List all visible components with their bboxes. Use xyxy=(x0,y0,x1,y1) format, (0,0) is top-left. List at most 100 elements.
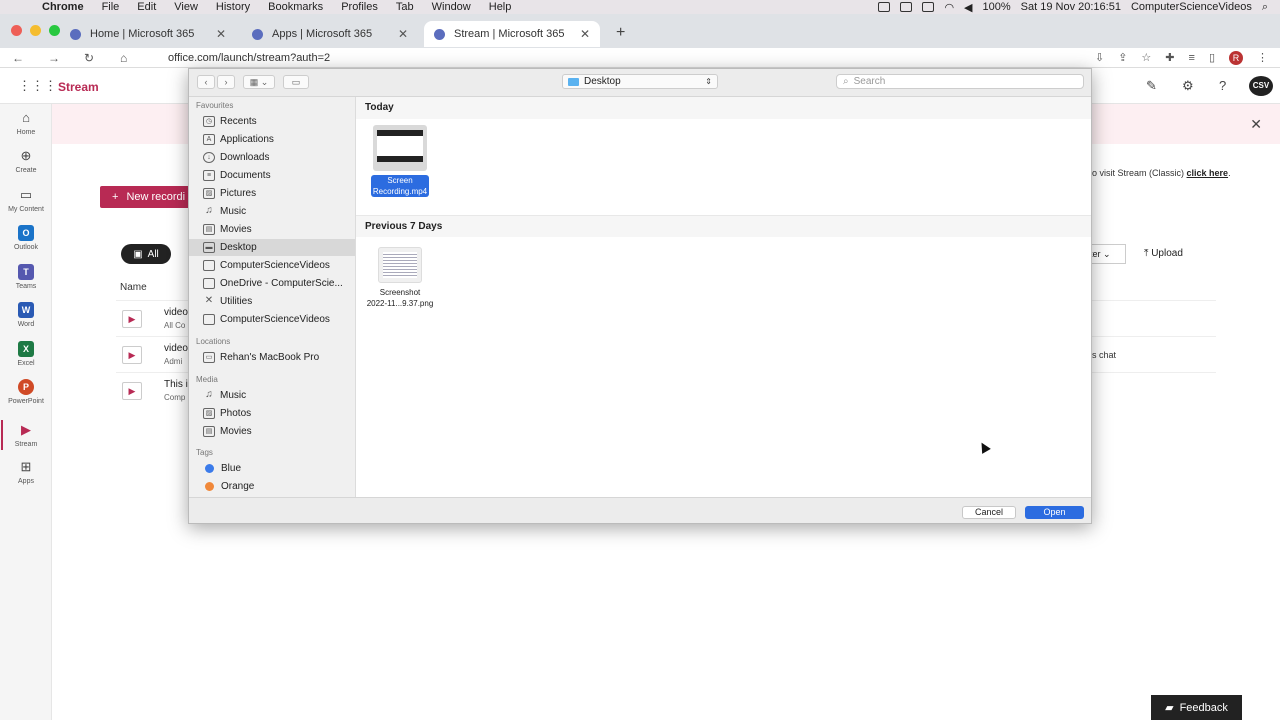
bookmark-star-icon[interactable]: ☆ xyxy=(1141,51,1151,64)
menu-bookmarks[interactable]: Bookmarks xyxy=(268,1,323,13)
file-item-screenshot[interactable]: Screenshot 2022-11...9.37.png xyxy=(360,247,440,309)
menu-file[interactable]: File xyxy=(102,1,120,13)
sidebar-item-desktop[interactable]: ▬ Desktop xyxy=(189,239,355,256)
forward-nav-icon[interactable]: › xyxy=(217,75,235,89)
sidebar-item-pictures[interactable]: ▨ Pictures xyxy=(189,185,355,202)
sidebar-item-computersciencevideos-2[interactable]: ComputerScienceVideos xyxy=(189,311,355,328)
tools-icon: ✕ xyxy=(204,295,214,306)
sidebar-item-computersciencevideos[interactable]: ComputerScienceVideos xyxy=(189,257,355,274)
sidebar-item-macbook[interactable]: ▭ Rehan's MacBook Pro xyxy=(189,349,355,366)
sidebar-item-applications[interactable]: A Applications xyxy=(189,131,355,148)
minimize-window-button[interactable] xyxy=(30,25,41,36)
sidebar-item-photos[interactable]: ▨ Photos xyxy=(189,405,355,422)
rail-create[interactable]: ⊕ Create xyxy=(0,148,52,174)
sidebar-item-movies[interactable]: ▤ Movies xyxy=(189,221,355,238)
profile-avatar[interactable]: R xyxy=(1229,50,1243,65)
menu-help[interactable]: Help xyxy=(489,1,512,13)
menu-history[interactable]: History xyxy=(216,1,250,13)
tab-apps[interactable]: Apps | Microsoft 365 ✕ xyxy=(242,21,418,47)
close-icon[interactable]: ✕ xyxy=(1250,116,1262,133)
file-name: Screenshot 2022-11...9.37.png xyxy=(366,288,434,308)
status-icon[interactable] xyxy=(922,2,935,12)
rail-outlook[interactable]: O Outlook xyxy=(0,225,52,251)
dialog-search-input[interactable]: ⌕ Search xyxy=(836,74,1084,89)
account-avatar[interactable]: CSV xyxy=(1249,76,1273,96)
zoom-window-button[interactable] xyxy=(49,25,60,36)
menu-edit[interactable]: Edit xyxy=(137,1,156,13)
app-title[interactable]: Stream xyxy=(58,80,99,94)
status-icon[interactable] xyxy=(878,2,891,12)
menubar-clock[interactable]: Sat 19 Nov 20:16:51 xyxy=(1021,1,1121,13)
install-icon[interactable]: ⇩ xyxy=(1095,51,1104,64)
feedback-button[interactable]: ▰ Feedback xyxy=(1151,695,1242,720)
rail-teams[interactable]: T Teams xyxy=(0,264,52,290)
filter-dropdown[interactable]: ter ⌄ xyxy=(1088,244,1126,264)
app-launcher-icon[interactable]: ⋮⋮⋮ xyxy=(18,79,57,92)
sidebar-item-onedrive[interactable]: OneDrive - ComputerScie... xyxy=(189,275,355,292)
battery-percent[interactable]: 100% xyxy=(983,1,1011,13)
tab-close-icon[interactable]: ✕ xyxy=(580,27,590,41)
share-icon[interactable]: ⇪ xyxy=(1118,51,1127,64)
volume-icon[interactable]: ◀ xyxy=(964,1,972,14)
tab-home[interactable]: Home | Microsoft 365 ✕ xyxy=(60,21,236,47)
folder-icon xyxy=(568,77,579,86)
menu-tab[interactable]: Tab xyxy=(396,1,414,13)
file-item-screen-recording[interactable]: Screen Recording.mp4 xyxy=(360,125,440,197)
sidebar-section-header: Media xyxy=(196,375,218,384)
tab-stream[interactable]: Stream | Microsoft 365 ✕ xyxy=(424,21,600,47)
close-window-button[interactable] xyxy=(11,25,22,36)
menu-app-name[interactable]: Chrome xyxy=(42,1,84,13)
upload-button[interactable]: ⤒ Upload xyxy=(1144,248,1183,259)
menu-profiles[interactable]: Profiles xyxy=(341,1,378,13)
sidebar-section-header: Locations xyxy=(196,337,231,346)
menu-window[interactable]: Window xyxy=(432,1,471,13)
menu-view[interactable]: View xyxy=(174,1,198,13)
location-popup[interactable]: Desktop ⇕ xyxy=(562,74,718,89)
new-folder-icon[interactable]: ▭ xyxy=(283,75,309,89)
forward-icon[interactable]: → xyxy=(48,51,72,65)
new-tab-icon[interactable]: + xyxy=(616,24,625,42)
sidebar-item-recents[interactable]: ◷ Recents xyxy=(189,113,355,130)
menubar-user[interactable]: ComputerScienceVideos xyxy=(1131,1,1252,13)
back-nav-icon[interactable]: ‹ xyxy=(197,75,215,89)
back-icon[interactable]: ← xyxy=(12,51,36,65)
sidebar-tag-blue[interactable]: Blue xyxy=(189,460,355,477)
more-menu-icon[interactable]: ⋮ xyxy=(1257,51,1268,64)
open-button[interactable]: Open xyxy=(1025,506,1084,519)
sidebar-item-documents[interactable]: ≡ Documents xyxy=(189,167,355,184)
notes-icon[interactable]: ✎ xyxy=(1146,78,1157,94)
sidebar-item-utilities[interactable]: ✕ Utilities xyxy=(189,293,355,310)
rail-home[interactable]: ⌂ Home xyxy=(0,110,52,136)
sidebar-tag-orange[interactable]: Orange xyxy=(189,478,355,495)
wifi-icon[interactable]: ◠ xyxy=(944,1,954,14)
rail-word[interactable]: W Word xyxy=(0,302,52,328)
sidebar-item-media-music[interactable]: ♫ Music xyxy=(189,387,355,404)
filter-all-pill[interactable]: ▣ All xyxy=(121,244,171,264)
cancel-button[interactable]: Cancel xyxy=(962,506,1016,519)
reading-list-icon[interactable]: ≡ xyxy=(1189,52,1195,64)
rail-apps[interactable]: ⊞ Apps xyxy=(0,459,52,485)
rail-my-content[interactable]: ▭ My Content xyxy=(0,187,52,213)
sidebar-icon[interactable]: ▯ xyxy=(1209,51,1215,64)
sidebar-item-music[interactable]: ♫ Music xyxy=(189,203,355,220)
search-icon: ⌕ xyxy=(843,76,849,87)
tab-close-icon[interactable]: ✕ xyxy=(398,27,408,41)
tab-close-icon[interactable]: ✕ xyxy=(216,27,226,41)
rail-stream[interactable]: ▶ Stream xyxy=(0,420,52,450)
view-mode-icon[interactable]: ▦ ⌄ xyxy=(243,75,275,89)
extensions-icon[interactable]: ✚ xyxy=(1165,51,1174,64)
status-icon[interactable] xyxy=(900,2,913,12)
help-icon[interactable]: ? xyxy=(1219,78,1226,93)
reload-icon[interactable]: ↻ xyxy=(84,51,108,65)
home-icon[interactable]: ⌂ xyxy=(120,51,144,65)
spotlight-search-icon[interactable]: ⌕ xyxy=(1262,1,1268,14)
click-here-link[interactable]: click here xyxy=(1187,168,1229,178)
settings-gear-icon[interactable]: ⚙ xyxy=(1182,78,1194,94)
rail-powerpoint[interactable]: P PowerPoint xyxy=(0,379,52,405)
rail-excel[interactable]: X Excel xyxy=(0,341,52,367)
sidebar-item-media-movies[interactable]: ▤ Movies xyxy=(189,423,355,440)
name-column-header[interactable]: Name xyxy=(120,282,147,293)
sidebar-item-downloads[interactable]: ↓ Downloads xyxy=(189,149,355,166)
url-field[interactable]: office.com/launch/stream?auth=2 xyxy=(168,52,330,64)
feedback-icon: ▰ xyxy=(1165,702,1174,714)
